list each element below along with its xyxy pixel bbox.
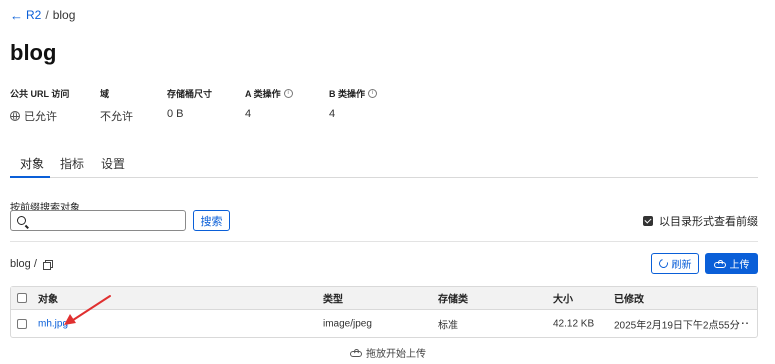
breadcrumb-separator: / [45, 8, 49, 22]
tab-metrics[interactable]: 指标 [60, 155, 84, 172]
refresh-icon [656, 257, 670, 270]
refresh-button[interactable]: 刷新 [651, 253, 699, 274]
drop-hint-label: 拖放开始上传 [366, 349, 426, 360]
breadcrumb: ← R2 / blog [10, 8, 75, 22]
object-storage-class: 标准 [438, 320, 458, 331]
objects-table: 对象 类型 存储类 大小 已修改 mh.jpg image/jpeg 标准 42… [10, 286, 758, 338]
tab-objects[interactable]: 对象 [20, 155, 44, 172]
search-field[interactable] [10, 210, 186, 231]
info-icon[interactable]: i [283, 89, 293, 98]
directory-view-toggle[interactable]: 以目录形式查看前缀 [643, 213, 758, 229]
column-header-modified[interactable]: 已修改 [614, 291, 644, 306]
checkbox-checked-icon[interactable] [643, 216, 653, 226]
cloud-upload-icon [350, 348, 362, 357]
object-type: image/jpeg [323, 318, 372, 329]
active-tab-indicator [10, 176, 50, 178]
directory-view-label: 以目录形式查看前缀 [659, 216, 758, 228]
current-path: blog / [10, 258, 53, 270]
object-modified: 2025年2月19日下午2点55分 [614, 320, 740, 331]
search-icon [17, 216, 26, 225]
upload-label: 上传 [729, 260, 750, 271]
breadcrumb-current: blog [52, 8, 76, 22]
table-row: mh.jpg image/jpeg 标准 42.12 KB 2025年2月19日… [11, 310, 757, 337]
cloud-upload-icon [713, 259, 726, 268]
upload-button[interactable]: 上传 [705, 253, 758, 274]
path-label: blog / [10, 258, 37, 270]
arrow-left-icon: ← [10, 7, 23, 23]
page-title: blog [10, 40, 57, 65]
stat-value: 已允许 [24, 111, 57, 123]
divider [10, 241, 758, 242]
stat-value: 4 [329, 108, 336, 120]
search-button[interactable]: 搜索 [193, 210, 230, 231]
select-all-checkbox[interactable] [17, 293, 27, 303]
tab-settings[interactable]: 设置 [101, 155, 125, 172]
copy-icon[interactable] [42, 259, 53, 270]
info-icon[interactable]: i [368, 89, 378, 98]
row-menu-icon[interactable]: ··· [737, 318, 750, 329]
search-input[interactable] [30, 212, 185, 229]
breadcrumb-r2-label: R2 [26, 8, 42, 22]
column-header-object[interactable]: 对象 [38, 291, 58, 306]
table-header: 对象 类型 存储类 大小 已修改 [11, 287, 757, 310]
column-header-size[interactable]: 大小 [553, 291, 573, 306]
row-checkbox[interactable] [17, 318, 27, 329]
column-header-type[interactable]: 类型 [323, 291, 343, 306]
drop-to-upload-hint: 拖放开始上传 [350, 345, 426, 360]
globe-icon [10, 111, 20, 121]
object-size: 42.12 KB [553, 318, 595, 329]
stat-class-b-ops: B 类操作 i 4 [329, 87, 449, 120]
tab-bar: 对象 指标 设置 [10, 147, 758, 178]
breadcrumb-back-link[interactable]: ← R2 [10, 8, 41, 22]
stat-label: B 类操作 [329, 89, 366, 99]
stat-label: A 类操作 [245, 89, 281, 99]
column-header-storage-class[interactable]: 存储类 [438, 291, 468, 306]
annotation-arrow-icon [64, 295, 111, 325]
refresh-label: 刷新 [671, 260, 692, 271]
